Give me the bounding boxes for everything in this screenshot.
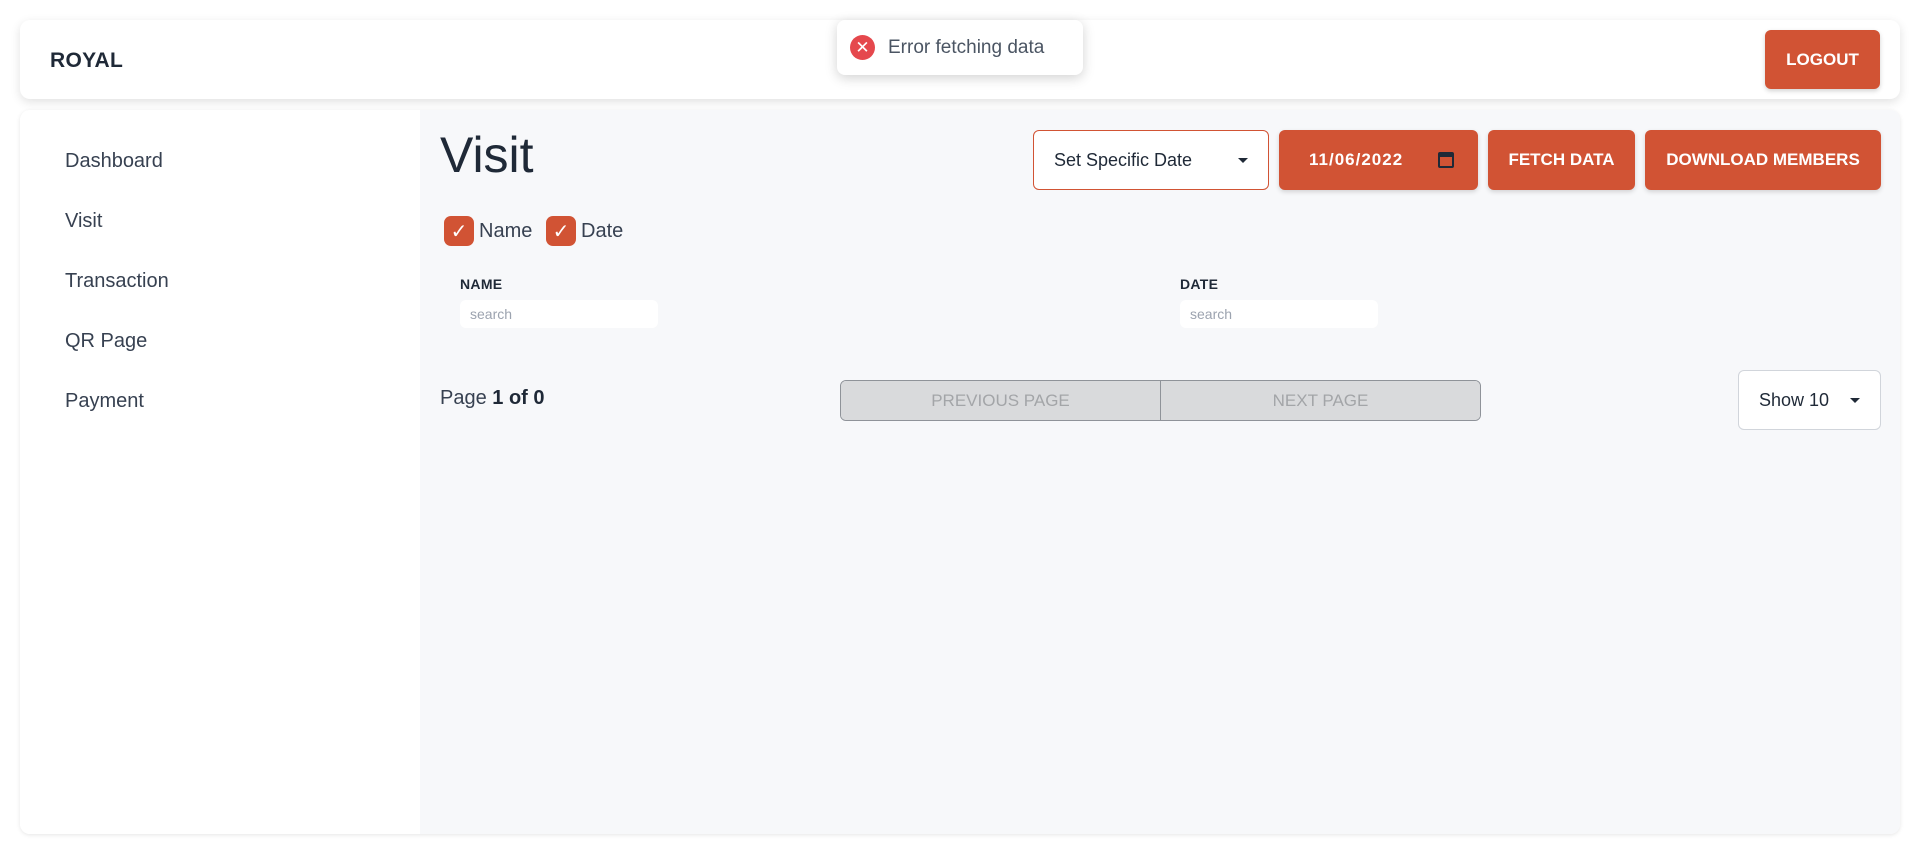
page-size-select[interactable]: Show 10 (1738, 370, 1881, 430)
previous-page-button[interactable]: PREVIOUS PAGE (841, 381, 1160, 420)
column-header-date[interactable]: DATE (1180, 276, 1218, 292)
brand-logo[interactable]: ROYAL (50, 49, 123, 73)
checkbox-name[interactable]: ✓ (444, 216, 474, 246)
sidebar-item-transaction[interactable]: Transaction (65, 270, 169, 293)
download-members-button[interactable]: DOWNLOAD MEMBERS (1645, 130, 1881, 190)
error-x-icon: ✕ (850, 35, 875, 60)
next-page-button[interactable]: NEXT PAGE (1160, 381, 1480, 420)
sidebar-item-visit[interactable]: Visit (65, 210, 102, 233)
page-label: Page (440, 387, 493, 409)
date-picker-input[interactable]: 11/06/2022 (1279, 130, 1478, 190)
toast-message: Error fetching data (888, 36, 1045, 58)
page-count: 1 of 0 (492, 387, 545, 409)
sidebar: Dashboard Visit Transaction QR Page Paym… (20, 110, 420, 834)
fetch-data-button[interactable]: FETCH DATA (1488, 130, 1635, 190)
date-mode-select[interactable]: Set Specific Date (1033, 130, 1269, 190)
content-card: Dashboard Visit Transaction QR Page Paym… (20, 110, 1900, 834)
page-title: Visit (440, 127, 534, 183)
sidebar-item-qr-page[interactable]: QR Page (65, 330, 147, 353)
logout-button[interactable]: LOGOUT (1765, 30, 1880, 89)
name-search-input[interactable] (460, 300, 658, 328)
checkbox-date[interactable]: ✓ (546, 216, 576, 246)
checkbox-name-label: Name (479, 219, 533, 242)
main-panel: Visit Set Specific Date 11/06/2022 FETCH… (420, 110, 1900, 834)
caret-down-icon (1850, 398, 1860, 403)
pagination-controls: PREVIOUS PAGE NEXT PAGE (840, 380, 1481, 421)
date-mode-selected: Set Specific Date (1054, 149, 1193, 170)
caret-down-icon (1238, 158, 1248, 163)
sidebar-item-payment[interactable]: Payment (65, 390, 144, 413)
name-column-toggle[interactable]: ✓ Name (444, 216, 532, 246)
date-column-toggle[interactable]: ✓ Date (546, 216, 623, 246)
date-value: 11/06/2022 (1309, 150, 1404, 169)
checkbox-date-label: Date (581, 219, 624, 242)
calendar-icon[interactable] (1438, 152, 1454, 168)
date-search-input[interactable] (1180, 300, 1378, 328)
sidebar-item-dashboard[interactable]: Dashboard (65, 150, 163, 173)
page-size-value: Show 10 (1759, 389, 1830, 410)
column-header-name[interactable]: NAME (460, 276, 502, 292)
page-indicator: Page 1 of 0 (440, 387, 545, 410)
error-toast[interactable]: ✕ Error fetching data (837, 20, 1083, 75)
